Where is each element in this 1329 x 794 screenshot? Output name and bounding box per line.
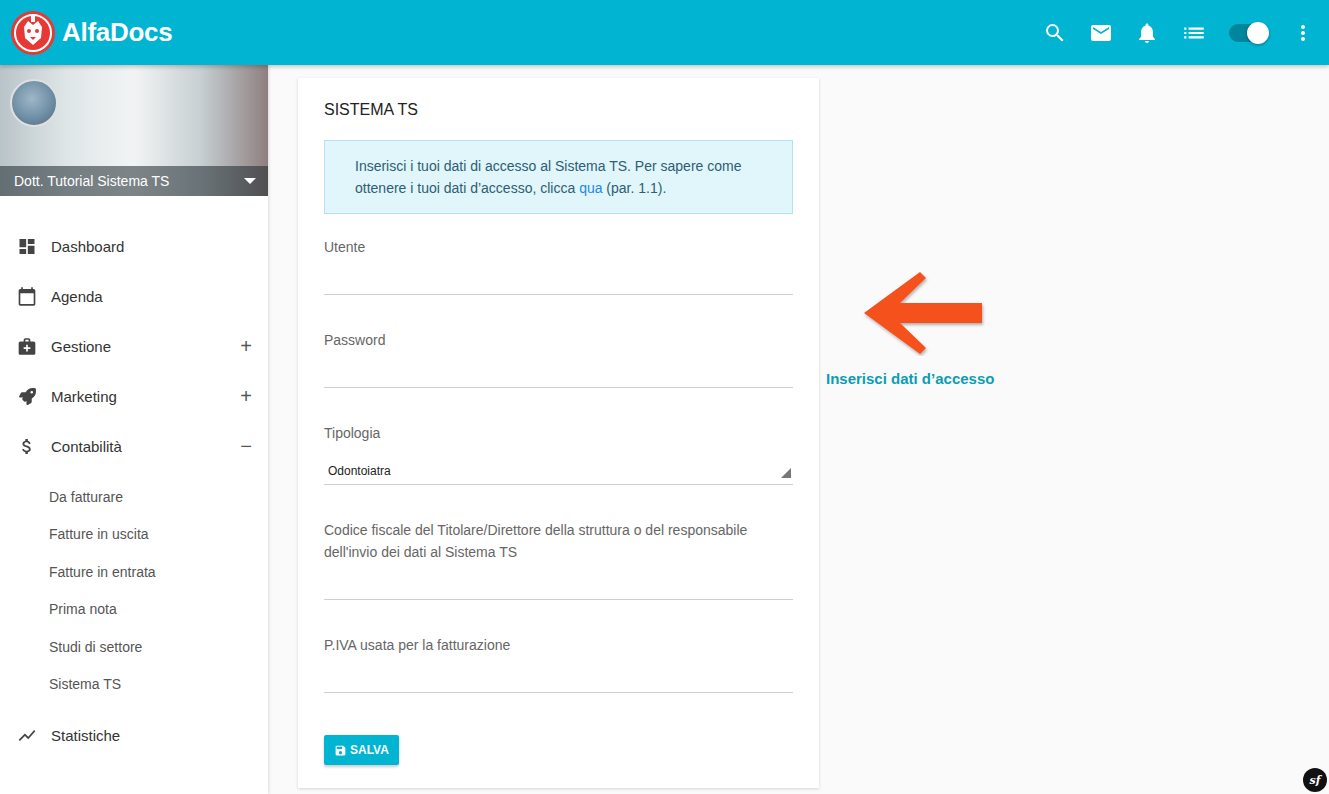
mail-icon[interactable] bbox=[1089, 21, 1113, 45]
field-label: Utente bbox=[324, 236, 793, 258]
profile-name[interactable]: Dott. Tutorial Sistema TS bbox=[0, 166, 268, 196]
toggle-switch[interactable] bbox=[1229, 24, 1269, 42]
search-icon[interactable] bbox=[1043, 21, 1067, 45]
text-input[interactable] bbox=[324, 656, 793, 692]
expand-toggle[interactable]: + bbox=[238, 385, 254, 408]
symfony-badge[interactable]: sf bbox=[1303, 768, 1327, 792]
submenu-item[interactable]: Da fatturare bbox=[0, 478, 268, 516]
field-label: Codice fiscale del Titolare/Direttore de… bbox=[324, 519, 793, 563]
sidebar-item[interactable]: Agenda bbox=[0, 271, 268, 321]
calendar-icon bbox=[17, 286, 37, 307]
top-bar: AlfaDocs bbox=[0, 0, 1329, 65]
expand-toggle[interactable]: + bbox=[238, 335, 254, 358]
bell-icon[interactable] bbox=[1135, 21, 1159, 45]
line-chart-icon bbox=[17, 725, 37, 746]
list-icon[interactable] bbox=[1181, 20, 1207, 46]
form-field: Password bbox=[324, 329, 793, 388]
sidebar-item[interactable]: Marketing+ bbox=[0, 371, 268, 421]
submenu: Da fatturareFatture in uscitaFatture in … bbox=[0, 471, 268, 710]
submenu-item[interactable]: Sistema TS bbox=[0, 666, 268, 704]
form-field: Codice fiscale del Titolare/Direttore de… bbox=[324, 519, 793, 600]
sidebar-item[interactable]: Contabilità− bbox=[0, 421, 268, 471]
text-input[interactable] bbox=[324, 351, 793, 387]
dollar-icon bbox=[17, 436, 37, 457]
info-box: Inserisci i tuoi dati di accesso al Sist… bbox=[324, 140, 793, 214]
field-label: Password bbox=[324, 329, 793, 351]
select-input[interactable]: Odontoiatra bbox=[324, 444, 793, 484]
form-field: TipologiaOdontoiatra bbox=[324, 422, 793, 485]
field-label: P.IVA usata per la fatturazione bbox=[324, 634, 793, 656]
medical-bag-icon bbox=[17, 336, 37, 357]
text-input[interactable] bbox=[324, 258, 793, 294]
dropdown-arrow-icon bbox=[781, 468, 791, 478]
brand[interactable]: AlfaDocs bbox=[10, 10, 172, 56]
save-icon bbox=[334, 744, 347, 757]
form-field: P.IVA usata per la fatturazione bbox=[324, 634, 793, 693]
avatar bbox=[10, 79, 58, 127]
settings-card: SISTEMA TS Inserisci i tuoi dati di acces… bbox=[298, 78, 819, 788]
expand-toggle[interactable]: − bbox=[238, 435, 254, 458]
arrow-left-icon bbox=[862, 270, 986, 356]
app: AlfaDocs Dott. Tutorial Sistema TS Dashboa… bbox=[0, 0, 1329, 794]
card-title: SISTEMA TS bbox=[324, 100, 793, 120]
submenu-item[interactable]: Studi di settore bbox=[0, 628, 268, 666]
text-input[interactable] bbox=[324, 563, 793, 599]
submenu-item[interactable]: Fatture in uscita bbox=[0, 516, 268, 554]
save-button[interactable]: SALVA bbox=[324, 735, 399, 765]
submenu-item[interactable]: Fatture in entrata bbox=[0, 553, 268, 591]
lion-logo-icon bbox=[10, 10, 56, 56]
more-icon[interactable] bbox=[1291, 21, 1315, 45]
help-link[interactable]: qua bbox=[579, 180, 602, 196]
form-field: Utente bbox=[324, 236, 793, 295]
dashboard-icon bbox=[17, 236, 37, 257]
rocket-icon bbox=[19, 388, 36, 405]
submenu-item[interactable]: Prima nota bbox=[0, 591, 268, 629]
sidebar-item[interactable]: Dashboard bbox=[0, 221, 268, 271]
profile-header: Dott. Tutorial Sistema TS bbox=[0, 65, 268, 196]
main-content: SISTEMA TS Inserisci i tuoi dati di acces… bbox=[268, 65, 1329, 794]
field-label: Tipologia bbox=[324, 422, 793, 444]
annotation: Inserisci dati d’accesso bbox=[826, 270, 994, 387]
caret-down-icon bbox=[244, 178, 256, 184]
sidebar-item[interactable]: Statistiche bbox=[0, 710, 268, 760]
sidebar-item[interactable]: Gestione+ bbox=[0, 321, 268, 371]
sidebar: Dott. Tutorial Sistema TS DashboardAgenda… bbox=[0, 65, 268, 794]
